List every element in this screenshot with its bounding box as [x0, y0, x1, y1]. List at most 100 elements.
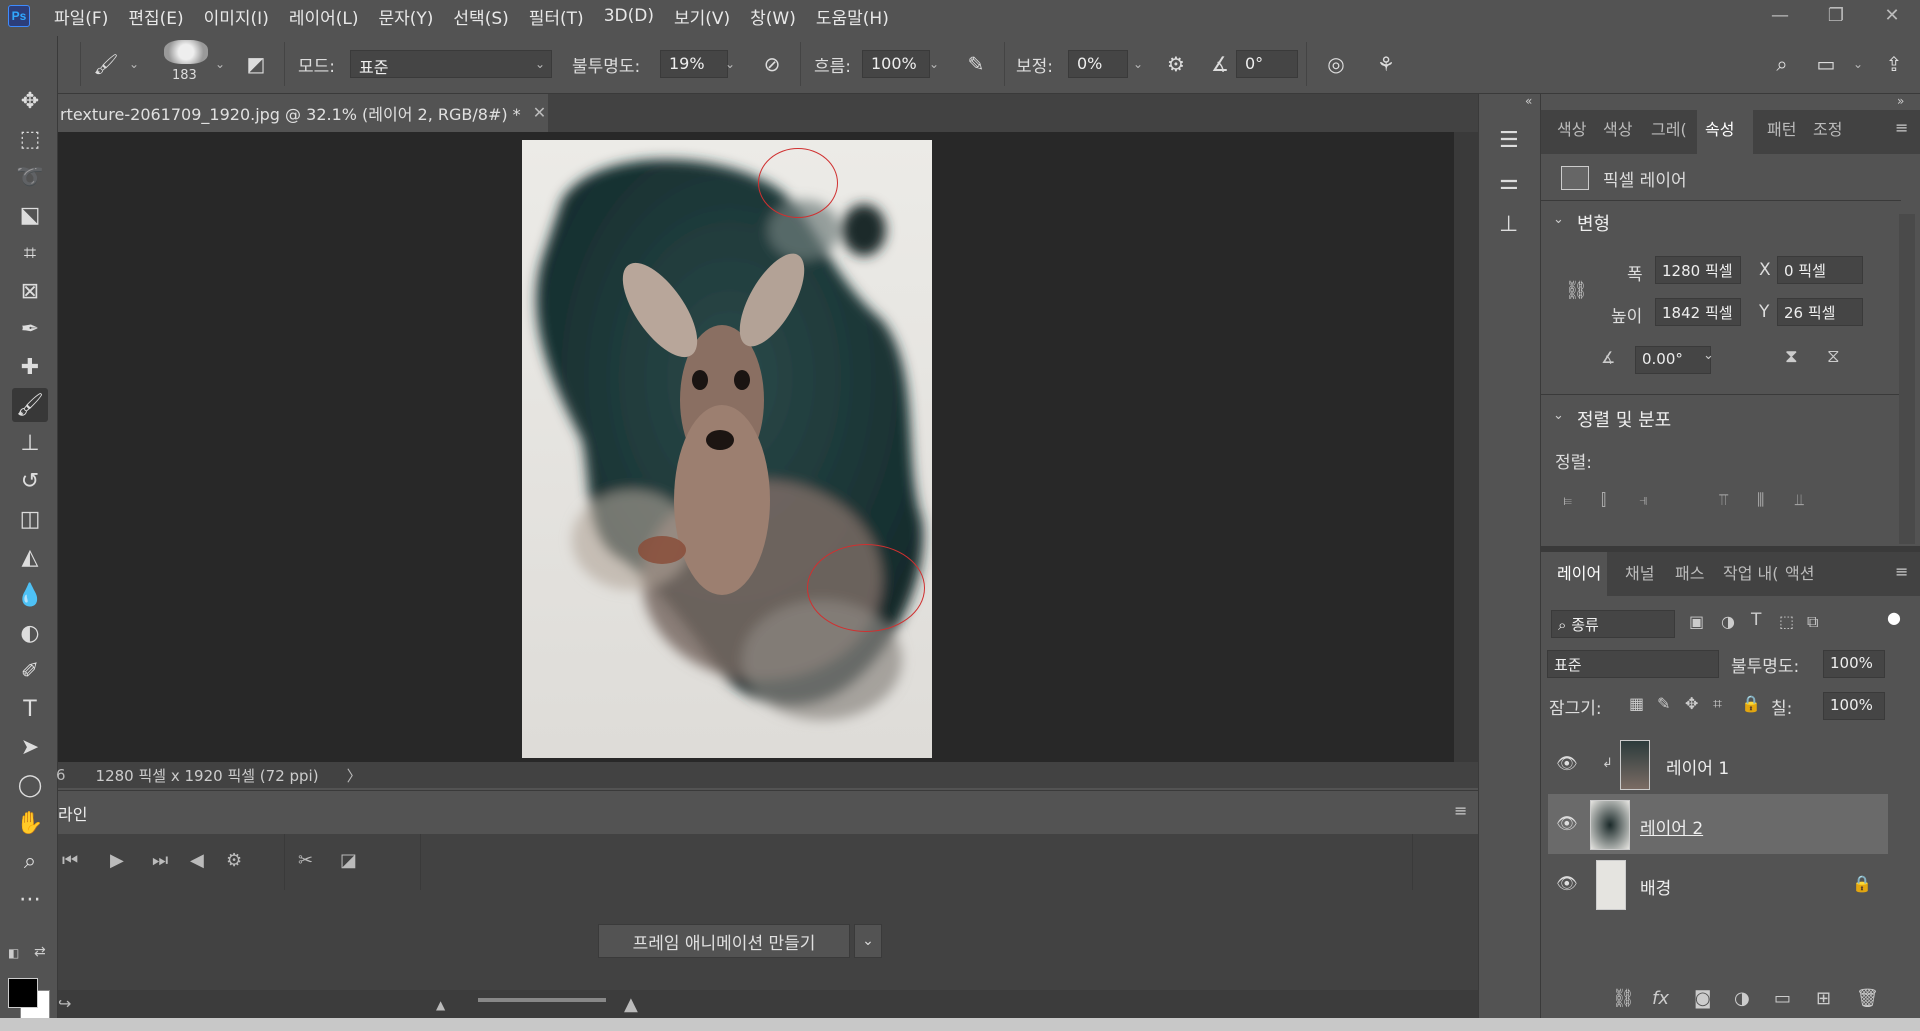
gear-icon[interactable]: ⚙ — [226, 850, 242, 871]
tab-layers[interactable]: 레이어 — [1557, 560, 1601, 584]
rotation-input[interactable]: 0.00° — [1635, 346, 1711, 374]
status-expand-icon[interactable]: 〉 — [347, 765, 362, 786]
tab-gradients[interactable]: 그레( — [1651, 116, 1687, 140]
workspace-icon[interactable]: ▭ — [1810, 48, 1842, 80]
chevron-down-icon[interactable]: ⌄ — [210, 50, 230, 78]
align-top-icon[interactable]: ⫪ — [1719, 490, 1728, 510]
canvas-area[interactable] — [58, 132, 1454, 762]
crop-tool-icon[interactable]: ⌗ — [12, 236, 48, 270]
first-frame-icon[interactable]: ⏮ — [62, 850, 78, 871]
menu-3d[interactable]: 3D(D) — [594, 6, 664, 26]
airbrush-icon[interactable]: ✎ — [960, 48, 992, 80]
blend-mode-select[interactable]: 표준 — [1547, 650, 1719, 678]
tab-adjustments[interactable]: 조정 — [1813, 116, 1842, 140]
ellipse-tool-icon[interactable]: ◯ — [12, 768, 48, 802]
share-icon[interactable]: ⇪ — [1878, 48, 1910, 80]
menu-layer[interactable]: 레이어(L) — [279, 4, 369, 29]
zoom-out-timeline-icon[interactable]: ▲ — [436, 998, 445, 1012]
minimize-button[interactable]: — — [1752, 0, 1808, 30]
object-selection-tool-icon[interactable]: ⬕ — [12, 198, 48, 232]
paint-bucket-tool-icon[interactable]: ◭ — [12, 540, 48, 574]
lock-position-icon[interactable]: ✥ — [1685, 694, 1698, 713]
brush-settings-icon[interactable]: ☰ — [1499, 128, 1519, 153]
new-layer-icon[interactable]: ⊞ — [1816, 988, 1831, 1009]
lasso-tool-icon[interactable]: ➰ — [12, 160, 48, 194]
adjustment-layer-icon[interactable]: ◑ — [1734, 988, 1750, 1009]
eraser-tool-icon[interactable]: ◫ — [12, 502, 48, 536]
properties-scrollbar[interactable] — [1899, 214, 1915, 544]
filter-type-icon[interactable]: T — [1751, 610, 1761, 630]
menu-help[interactable]: 도움말(H) — [806, 4, 899, 29]
path-selection-tool-icon[interactable]: ➤ — [12, 730, 48, 764]
chevron-down-icon[interactable]: ⌄ — [1553, 212, 1564, 227]
type-tool-icon[interactable]: T — [12, 692, 48, 726]
align-bottom-icon[interactable]: ⫫ — [1795, 490, 1804, 510]
filter-toggle-icon[interactable]: ● — [1887, 608, 1901, 627]
menu-filter[interactable]: 필터(T) — [519, 4, 594, 29]
brush-tip-icon[interactable] — [164, 40, 208, 64]
zoom-stub[interactable]: 6 — [56, 766, 66, 784]
chevron-down-icon[interactable]: ⌄ — [854, 924, 882, 958]
chevron-down-icon[interactable]: ⌄ — [530, 50, 550, 78]
lock-all-icon[interactable]: 🔒 — [1741, 694, 1761, 713]
width-input[interactable]: 1280 픽셀 — [1655, 256, 1741, 284]
chevron-down-icon[interactable]: ⌄ — [1553, 408, 1564, 423]
panel-menu-icon[interactable]: ≡ — [1454, 801, 1467, 820]
link-icon[interactable]: ⛓ — [1565, 280, 1588, 301]
search-icon[interactable]: ⌕ — [1766, 48, 1798, 80]
opacity-input[interactable]: 19% — [660, 50, 728, 78]
align-left-icon[interactable]: ⫢ — [1563, 490, 1572, 510]
menu-select[interactable]: 선택(S) — [443, 4, 518, 29]
layer-name[interactable]: 배경 — [1640, 874, 1671, 899]
layer-name[interactable]: 레이어 2 — [1640, 814, 1703, 839]
next-frame-icon[interactable]: ⏭ — [152, 850, 168, 871]
align-center-horizontal-icon[interactable]: ⫿ — [1601, 490, 1606, 510]
symmetry-icon[interactable]: ⚘ — [1370, 48, 1402, 80]
zoom-tool-icon[interactable]: ⌕ — [12, 844, 48, 878]
delete-layer-icon[interactable]: 🗑 — [1856, 988, 1879, 1009]
align-middle-vertical-icon[interactable]: ⫼ — [1757, 490, 1764, 510]
transition-icon[interactable]: ◪ — [340, 850, 357, 871]
flow-input[interactable]: 100% — [862, 50, 930, 78]
move-tool-icon[interactable]: ✥ — [12, 84, 48, 118]
menu-window[interactable]: 창(W) — [740, 4, 806, 29]
tab-actions[interactable]: 액션 — [1785, 560, 1814, 584]
angle-input[interactable]: 0° — [1236, 50, 1298, 78]
smoothing-input[interactable]: 0% — [1068, 50, 1128, 78]
chevron-down-icon[interactable]: ⌄ — [1128, 50, 1148, 78]
filter-adjustment-icon[interactable]: ◑ — [1721, 612, 1735, 631]
fill-input[interactable]: 100% — [1823, 692, 1885, 720]
clone-stamp-tool-icon[interactable]: ⊥ — [12, 426, 48, 460]
layer-opacity-input[interactable]: 100% — [1823, 650, 1885, 678]
lock-transparent-icon[interactable]: ▦ — [1629, 694, 1644, 713]
panel-menu-icon[interactable]: ≡ — [1895, 562, 1908, 581]
chevron-down-icon[interactable]: ⌄ — [1848, 50, 1868, 78]
tab-channels[interactable]: 채널 — [1625, 560, 1654, 584]
canvas-vertical-scrollbar[interactable] — [1454, 132, 1478, 762]
pressure-opacity-icon[interactable]: ⊘ — [756, 48, 788, 80]
restore-button[interactable]: ❐ — [1808, 0, 1864, 30]
chevron-down-icon[interactable]: ⌄ — [1703, 348, 1714, 363]
mode-select[interactable]: 표준 — [350, 50, 552, 78]
create-frame-animation-button[interactable]: 프레임 애니메이션 만들기 — [598, 924, 850, 958]
menu-file[interactable]: 파일(F) — [44, 4, 118, 29]
clone-source-icon[interactable]: ⊥ — [1499, 212, 1518, 237]
play-icon[interactable]: ▶ — [110, 850, 124, 871]
close-tab-icon[interactable]: ✕ — [533, 103, 546, 122]
menu-edit[interactable]: 편집(E) — [118, 4, 193, 29]
lock-pixels-icon[interactable]: ✎ — [1657, 694, 1670, 713]
scissors-icon[interactable]: ✂ — [298, 850, 313, 871]
pressure-size-icon[interactable]: ◎ — [1320, 48, 1352, 80]
chevron-down-icon[interactable]: ⌄ — [124, 50, 144, 78]
brushes-icon[interactable]: ⚌ — [1499, 170, 1519, 195]
convert-icon[interactable]: ↪ — [58, 994, 71, 1013]
menu-view[interactable]: 보기(V) — [664, 4, 740, 29]
healing-brush-tool-icon[interactable]: ✚ — [12, 350, 48, 384]
tab-color[interactable]: 색상 — [1557, 116, 1586, 140]
new-group-icon[interactable]: ▭ — [1774, 988, 1791, 1009]
more-tools-icon[interactable]: ⋯ — [12, 882, 48, 916]
swap-colors-icon[interactable]: ⇄ — [34, 944, 46, 960]
tab-swatches[interactable]: 색상 — [1603, 116, 1632, 140]
timeline-zoom-slider[interactable] — [478, 998, 606, 1002]
x-input[interactable]: 0 픽셀 — [1777, 256, 1863, 284]
